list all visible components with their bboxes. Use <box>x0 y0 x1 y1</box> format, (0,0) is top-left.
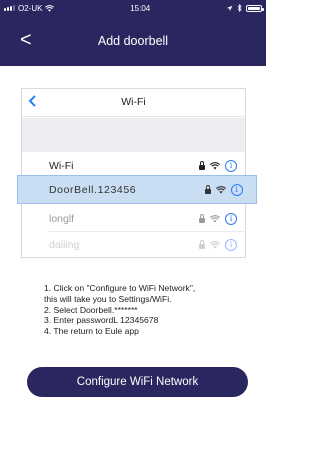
wifi-icon <box>210 215 220 223</box>
status-time: 15:04 <box>130 3 151 13</box>
info-icon: i <box>225 239 237 251</box>
instruction-line: 4. The return to Eule app <box>44 326 139 337</box>
signal-strength-icon <box>4 5 15 11</box>
wifi-icon <box>216 185 226 193</box>
page-title: Add doorbell <box>97 34 169 48</box>
highlighted-network-row: DoorBell.123456 i <box>17 175 257 204</box>
configure-wifi-network-button[interactable]: Configure WiFi Network <box>27 367 248 397</box>
battery-icon <box>245 4 264 12</box>
network-name-doorbell: DoorBell.123456 <box>49 183 137 196</box>
instruction-line: 3. Enter passwordL 12345678 <box>44 315 159 326</box>
wifi-status-icon <box>45 4 55 12</box>
illustration-title: Wi-Fi <box>121 96 146 108</box>
instruction-line: this will take you to Settings/WiFi. <box>44 293 172 304</box>
carrier-label: O2-UK <box>18 3 43 13</box>
location-arrow-icon <box>226 5 233 11</box>
network-name: dailing <box>49 239 80 251</box>
info-icon: i <box>225 213 237 225</box>
illustration-gray-band <box>22 118 245 152</box>
instruction-line: 1. Click on "Configure to WiFi Network", <box>44 283 196 293</box>
status-left: O2-UK <box>4 3 55 13</box>
lock-icon <box>199 214 205 223</box>
setup-instructions: 1. Click on "Configure to WiFi Network",… <box>44 283 244 337</box>
bluetooth-icon <box>237 4 242 12</box>
illustration-header: Wi-Fi <box>22 89 245 117</box>
wifi-icon <box>210 162 220 170</box>
info-icon: i <box>231 183 243 196</box>
lock-icon <box>199 240 205 249</box>
instruction-line: 2. Select Doorbell.******* <box>44 304 138 315</box>
status-bar: O2-UK 15:04 <box>0 0 266 16</box>
network-row: longlf i <box>22 205 245 233</box>
lock-icon <box>205 184 211 194</box>
nav-bar: < Add doorbell <box>0 16 266 66</box>
lock-icon <box>199 161 205 170</box>
wifi-icon <box>210 241 220 249</box>
network-row: dailing i <box>22 231 245 257</box>
info-icon: i <box>225 160 237 172</box>
network-name: longlf <box>49 213 75 225</box>
status-right <box>226 4 264 12</box>
network-name: Wi-Fi <box>49 160 74 172</box>
wifi-settings-illustration: Wi-Fi Wi-Fi i longlf i dailing i <box>21 88 246 258</box>
